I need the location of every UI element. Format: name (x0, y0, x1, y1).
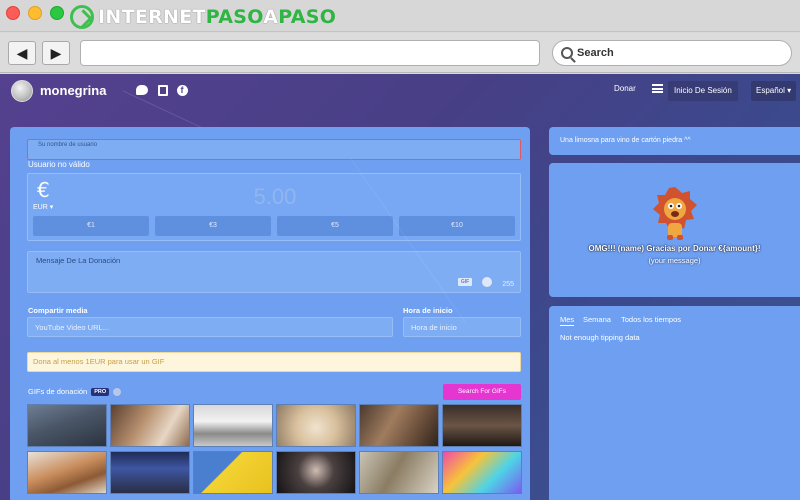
media-placeholder: YouTube Video URL... (35, 323, 109, 332)
gif-thumbnail[interactable] (442, 451, 522, 494)
username-error: Usuario no válido (28, 160, 90, 169)
top-donors-card: Mes Semana Todos los tiempos Not enough … (549, 306, 800, 500)
hamburger-menu-icon[interactable] (652, 84, 663, 93)
donation-gifs-label: GIFs de donación (28, 387, 88, 396)
char-count: 255 (502, 281, 514, 288)
emoji-icon[interactable] (482, 277, 492, 287)
back-arrow-icon: ◀ (16, 44, 28, 61)
maximize-window-button[interactable] (50, 6, 64, 20)
site-header: monegrina f Donar Inicio De Sesión Españ… (0, 74, 800, 108)
login-button[interactable]: Inicio De Sesión (668, 81, 738, 101)
logo-text-part1: INTERNET (98, 6, 206, 28)
media-label: Compartir media (28, 306, 88, 315)
lion-mascot-icon (653, 187, 697, 240)
alert-message: (your message) (648, 256, 701, 265)
tab-semana[interactable]: Semana (583, 315, 611, 324)
gif-thumbnail[interactable] (27, 404, 107, 447)
amount-input[interactable]: 5.00 (28, 184, 522, 210)
preset-amount-button[interactable]: €10 (399, 216, 515, 236)
media-url-input[interactable]: YouTube Video URL... (27, 317, 393, 337)
start-time-label: Hora de inicio (403, 306, 453, 315)
start-time-placeholder: Hora de inicio (411, 323, 457, 332)
gif-thumbnail[interactable] (276, 404, 356, 447)
preset-amount-button[interactable]: €3 (155, 216, 271, 236)
donation-form-card: Su nombre de usuario Usuario no válido €… (10, 127, 530, 500)
back-button[interactable]: ◀ (8, 41, 36, 65)
alert-text: OMG!!! (name) Gracias por Donar €{amount… (588, 244, 761, 253)
gif-thumbnail[interactable] (110, 404, 190, 447)
logo-text-part4: PASO (278, 6, 337, 28)
preset-amount-button[interactable]: €1 (33, 216, 149, 236)
tagline-card: Una limosna para vino de cartón piedra ^… (549, 127, 800, 155)
empty-state-text: Not enough tipping data (560, 333, 640, 342)
help-icon[interactable] (113, 387, 122, 396)
twitch-icon[interactable] (157, 84, 169, 96)
tab-mes[interactable]: Mes (560, 315, 575, 326)
facebook-icon[interactable]: f (176, 84, 188, 96)
amount-section: € EUR ▾ 5.00 €1 €3 €5 €10 (27, 173, 521, 241)
browser-toolbar: ◀ ▶ Search (0, 33, 800, 73)
gif-thumbnail[interactable] (359, 404, 439, 447)
close-window-button[interactable] (6, 6, 20, 20)
gif-icon[interactable]: GIF (458, 278, 472, 286)
gif-thumbnail[interactable] (359, 451, 439, 494)
browser-search-input[interactable]: Search (552, 40, 792, 66)
page-content: monegrina f Donar Inicio De Sesión Españ… (0, 74, 800, 500)
donar-link[interactable]: Donar (614, 84, 636, 93)
streamer-name[interactable]: monegrina (40, 83, 106, 98)
message-placeholder: Mensaje De La Donación (36, 256, 121, 265)
logo-text-part3: A (263, 6, 279, 28)
start-time-input[interactable]: Hora de inicio (403, 317, 521, 337)
site-logo: INTERNETPASOAPASO (70, 4, 336, 30)
gif-minimum-notice: Dona al menos 1EUR para usar un GIF (27, 352, 521, 372)
preset-amount-button[interactable]: €5 (277, 216, 393, 236)
forward-button[interactable]: ▶ (42, 41, 70, 65)
logo-text-part2: PASO (205, 6, 264, 28)
address-bar[interactable] (80, 40, 540, 66)
gif-thumbnail[interactable] (193, 404, 273, 447)
twitter-icon[interactable] (136, 84, 148, 96)
browser-titlebar: INTERNETPASOAPASO (0, 0, 800, 32)
pro-badge: PRO (91, 387, 110, 396)
gif-thumbnail[interactable] (110, 451, 190, 494)
search-gifs-button[interactable]: Search For GIFs (443, 384, 521, 400)
alert-preview-card: OMG!!! (name) Gracias por Donar €{amount… (549, 163, 800, 297)
minimize-window-button[interactable] (28, 6, 42, 20)
username-placeholder: Su nombre de usuario (38, 142, 98, 148)
donation-message-field[interactable]: Mensaje De La Donación GIF 255 (27, 251, 521, 293)
tab-todos-los-tiempos[interactable]: Todos los tiempos (621, 315, 681, 324)
username-field[interactable]: Su nombre de usuario (27, 139, 521, 160)
checkmark-logo-icon (70, 5, 94, 29)
forward-arrow-icon: ▶ (50, 44, 62, 61)
search-icon (561, 47, 573, 59)
search-placeholder: Search (577, 47, 614, 59)
gif-thumbnail[interactable] (276, 451, 356, 494)
gif-grid (27, 404, 522, 496)
gif-thumbnail[interactable] (193, 451, 273, 494)
language-select[interactable]: Español ▾ (751, 81, 797, 101)
avatar[interactable] (11, 80, 33, 102)
gif-thumbnail[interactable] (27, 451, 107, 494)
donation-gifs-header: GIFs de donación PRO (28, 387, 122, 396)
gif-thumbnail[interactable] (442, 404, 522, 447)
tagline-text: Una limosna para vino de cartón piedra ^… (560, 137, 691, 144)
